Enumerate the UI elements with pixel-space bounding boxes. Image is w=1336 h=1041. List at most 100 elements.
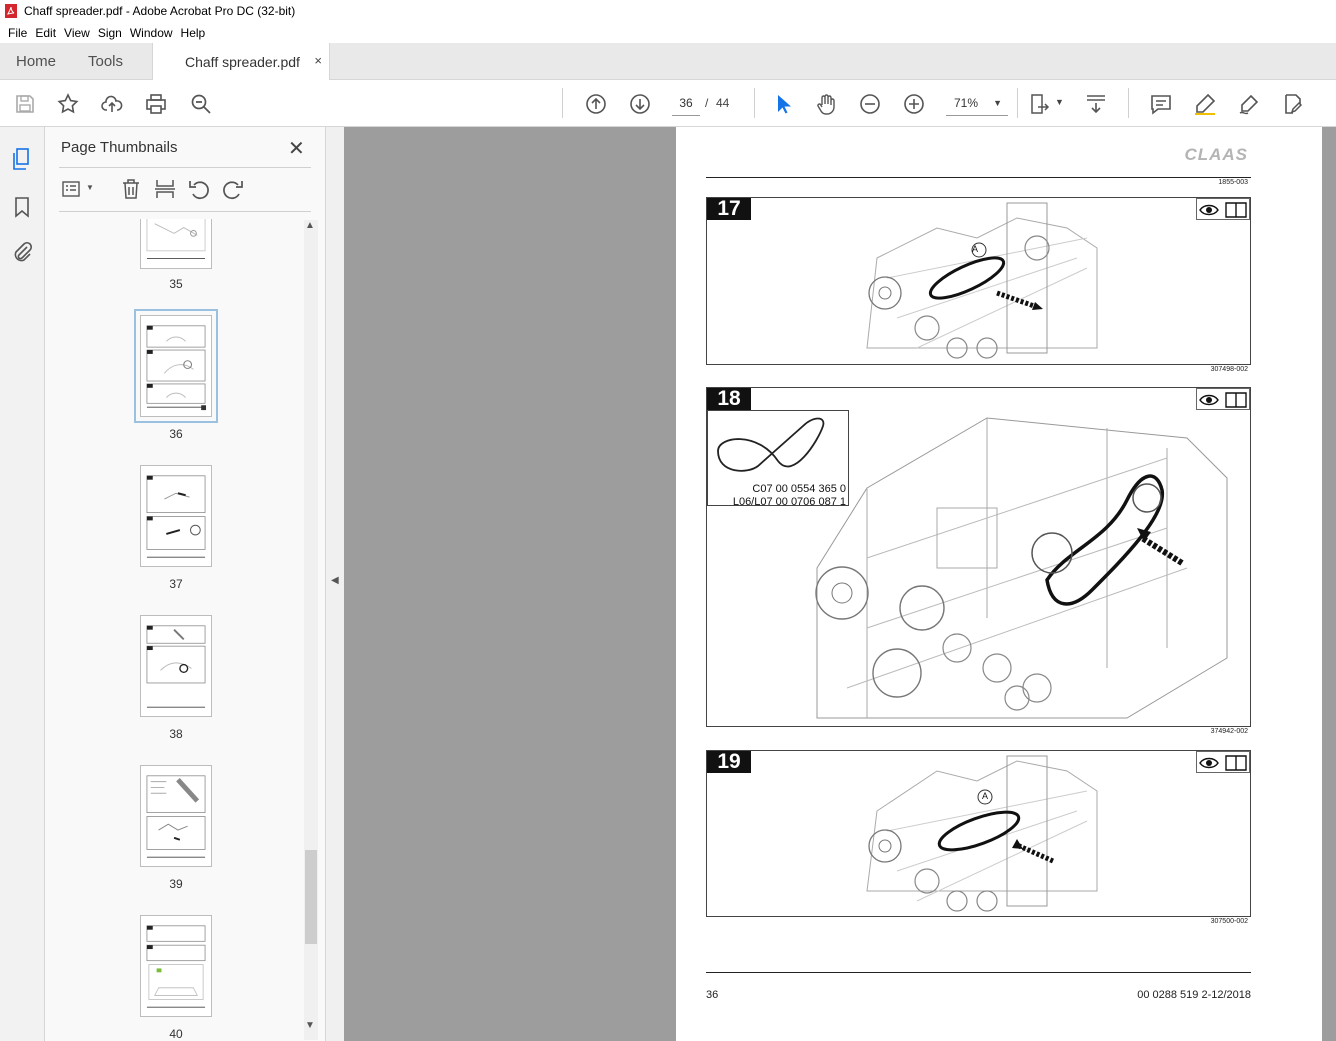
thumbnail-scroll-thumb[interactable] bbox=[305, 850, 317, 944]
thumbnail-number: 40 bbox=[169, 1027, 183, 1041]
save-icon[interactable] bbox=[12, 91, 38, 117]
tab-close-icon[interactable]: × bbox=[314, 53, 322, 68]
footer-rule bbox=[706, 972, 1251, 973]
left-rail bbox=[0, 127, 45, 1041]
figure-ref: 307500-002 bbox=[1210, 918, 1248, 925]
thumbnails-panel: Page Thumbnails ✕ ▼ 35 36 37 38 39 40 bbox=[45, 127, 325, 1041]
figure-view-icons bbox=[1196, 751, 1250, 773]
cloud-upload-icon[interactable] bbox=[99, 91, 125, 117]
previous-page-icon[interactable] bbox=[583, 91, 609, 117]
thumbnail-drawing bbox=[146, 219, 206, 260]
page-number-input[interactable]: 36 bbox=[672, 90, 700, 116]
figure-18: C07 00 0554 365 0 L06/L07 00 0706 087 1 … bbox=[706, 387, 1251, 727]
scroll-mode-icon[interactable] bbox=[1083, 91, 1109, 117]
scroll-down-icon[interactable]: ▼ bbox=[305, 1020, 315, 1031]
zoom-caret-icon: ▼ bbox=[993, 98, 1002, 108]
print-icon[interactable] bbox=[143, 91, 169, 117]
thumbnail-page[interactable] bbox=[140, 219, 212, 269]
menu-file[interactable]: File bbox=[8, 26, 27, 40]
panel-title: Page Thumbnails bbox=[61, 139, 178, 156]
rotate-right-icon[interactable] bbox=[221, 177, 245, 201]
options-caret-icon[interactable]: ▼ bbox=[86, 183, 94, 192]
tab-document-label: Chaff spreader.pdf bbox=[185, 54, 300, 70]
select-arrow-icon[interactable] bbox=[770, 91, 796, 117]
callout-label: A bbox=[982, 791, 989, 801]
tab-home[interactable]: Home bbox=[16, 43, 56, 80]
thumbnail-page[interactable] bbox=[140, 765, 212, 867]
menu-view[interactable]: View bbox=[64, 26, 90, 40]
menu-edit[interactable]: Edit bbox=[35, 26, 56, 40]
part-number-1: C07 00 0554 365 0 bbox=[752, 483, 846, 495]
belt-icon bbox=[717, 417, 825, 472]
edit-pdf-icon[interactable] bbox=[1280, 91, 1306, 117]
menu-bar: File Edit View Sign Window Help bbox=[0, 22, 1336, 43]
thumbnail-drawing bbox=[146, 775, 206, 858]
thumbnail-number: 36 bbox=[169, 427, 183, 441]
thumbnail-drawing bbox=[146, 475, 206, 558]
rotate-left-icon[interactable] bbox=[187, 177, 211, 201]
tab-bar: Home Tools Chaff spreader.pdf × bbox=[0, 43, 1336, 81]
attachments-icon[interactable] bbox=[10, 240, 34, 264]
page-total: 44 bbox=[716, 96, 730, 110]
pdf-app-icon bbox=[5, 4, 17, 18]
thumbnail-drawing bbox=[146, 925, 206, 1008]
highlight-pen-icon[interactable] bbox=[1192, 91, 1218, 117]
menu-sign[interactable]: Sign bbox=[98, 26, 122, 40]
page-thumbnails-icon[interactable] bbox=[10, 147, 34, 171]
thumbnail-drawing bbox=[146, 325, 207, 411]
thumbnail-page[interactable] bbox=[140, 915, 212, 1017]
title-bar: Chaff spreader.pdf - Adobe Acrobat Pro D… bbox=[0, 0, 1336, 22]
toolbar-divider bbox=[1128, 88, 1129, 118]
extract-pages-icon[interactable] bbox=[153, 177, 177, 201]
thumbnail-drawing bbox=[146, 625, 206, 708]
zoom-out-icon[interactable] bbox=[857, 91, 883, 117]
thumbnail-list: 35 36 37 38 39 40 bbox=[45, 219, 303, 1041]
page-separator: / bbox=[705, 96, 709, 110]
figure-ref: 374942-002 bbox=[1210, 728, 1248, 735]
menu-help[interactable]: Help bbox=[181, 26, 206, 40]
footer-doc-number: 00 0288 519 2-12/2018 bbox=[1137, 989, 1251, 1001]
thumbnail-number: 38 bbox=[169, 727, 183, 741]
zoom-in-icon[interactable] bbox=[901, 91, 927, 117]
menu-window[interactable]: Window bbox=[130, 26, 173, 40]
search-zoom-icon[interactable] bbox=[188, 91, 214, 117]
toolbar: ▼ bbox=[0, 80, 1336, 127]
collapse-arrow-icon: ◀ bbox=[331, 575, 339, 586]
thumbnail-options-icon[interactable] bbox=[61, 177, 85, 201]
part-number-2: L06/L07 00 0706 087 1 bbox=[732, 496, 846, 508]
footer-page-number: 36 bbox=[706, 989, 719, 1001]
bookmark-star-icon[interactable] bbox=[55, 91, 81, 117]
pdf-page: CLAAS 1855-003 17 A 307498-002 C07 00 05… bbox=[676, 127, 1322, 1041]
scroll-up-icon[interactable]: ▲ bbox=[305, 220, 315, 231]
tab-tools[interactable]: Tools bbox=[88, 43, 123, 80]
zoom-select[interactable]: 71% ▼ bbox=[946, 90, 1008, 116]
toolbar-divider bbox=[1017, 88, 1018, 118]
tab-document[interactable]: Chaff spreader.pdf × bbox=[152, 43, 330, 81]
sign-pen-icon[interactable] bbox=[1236, 91, 1262, 117]
bookmarks-icon[interactable] bbox=[10, 195, 34, 219]
window-title: Chaff spreader.pdf - Adobe Acrobat Pro D… bbox=[24, 4, 296, 18]
panel-divider bbox=[59, 167, 311, 168]
next-page-icon[interactable] bbox=[627, 91, 653, 117]
figure-17: 17 A bbox=[706, 197, 1251, 365]
thumbnail-number: 39 bbox=[169, 877, 183, 891]
toolbar-divider bbox=[754, 88, 755, 118]
thumbnail-page[interactable] bbox=[140, 615, 212, 717]
page-fit-icon[interactable] bbox=[1028, 91, 1054, 117]
figure-ref: 307498-002 bbox=[1210, 366, 1248, 373]
belt-drive-illustration bbox=[866, 755, 1098, 912]
page-fit-caret-icon[interactable]: ▼ bbox=[1055, 97, 1064, 107]
thumbnail-number: 37 bbox=[169, 577, 183, 591]
panel-collapse-handle[interactable]: ◀ bbox=[325, 127, 344, 1041]
thumbnail-page-selected[interactable] bbox=[134, 309, 218, 423]
hand-tool-icon[interactable] bbox=[813, 91, 839, 117]
thumbnail-page[interactable] bbox=[140, 465, 212, 567]
toolbar-divider bbox=[562, 88, 563, 118]
figure-number: 18 bbox=[707, 388, 751, 410]
callout-label: A bbox=[972, 244, 979, 254]
panel-close-icon[interactable]: ✕ bbox=[288, 136, 305, 161]
delete-pages-icon[interactable] bbox=[119, 177, 143, 201]
figure-19: 19 A bbox=[706, 750, 1251, 917]
figure-number: 19 bbox=[707, 751, 751, 773]
comment-icon[interactable] bbox=[1148, 91, 1174, 117]
